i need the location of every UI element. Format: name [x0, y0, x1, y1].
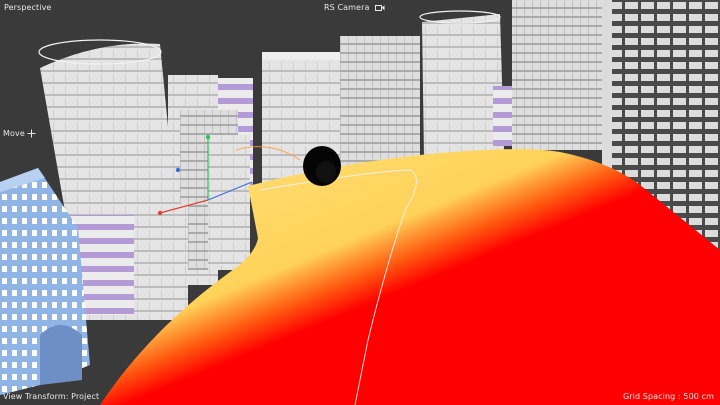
camera-selector[interactable]: RS Camera — [324, 3, 385, 12]
tool-label: Move — [3, 129, 25, 138]
move-arrows-icon — [27, 129, 36, 138]
building-right-mid — [512, 0, 611, 150]
view-transform-label: View Transform: Project — [3, 392, 100, 401]
ball-object[interactable] — [303, 146, 341, 186]
3d-viewport[interactable]: Perspective RS Camera Move View Transfor… — [0, 0, 720, 405]
camera-name: RS Camera — [324, 3, 370, 12]
scene-render[interactable] — [0, 0, 720, 405]
viewport-view-name[interactable]: Perspective — [4, 3, 51, 12]
building-cylinder-center — [419, 10, 504, 158]
camera-switch-icon[interactable] — [375, 4, 385, 12]
active-tool[interactable]: Move — [3, 129, 36, 138]
grid-spacing-label: Grid Spacing : 500 cm — [622, 392, 714, 401]
